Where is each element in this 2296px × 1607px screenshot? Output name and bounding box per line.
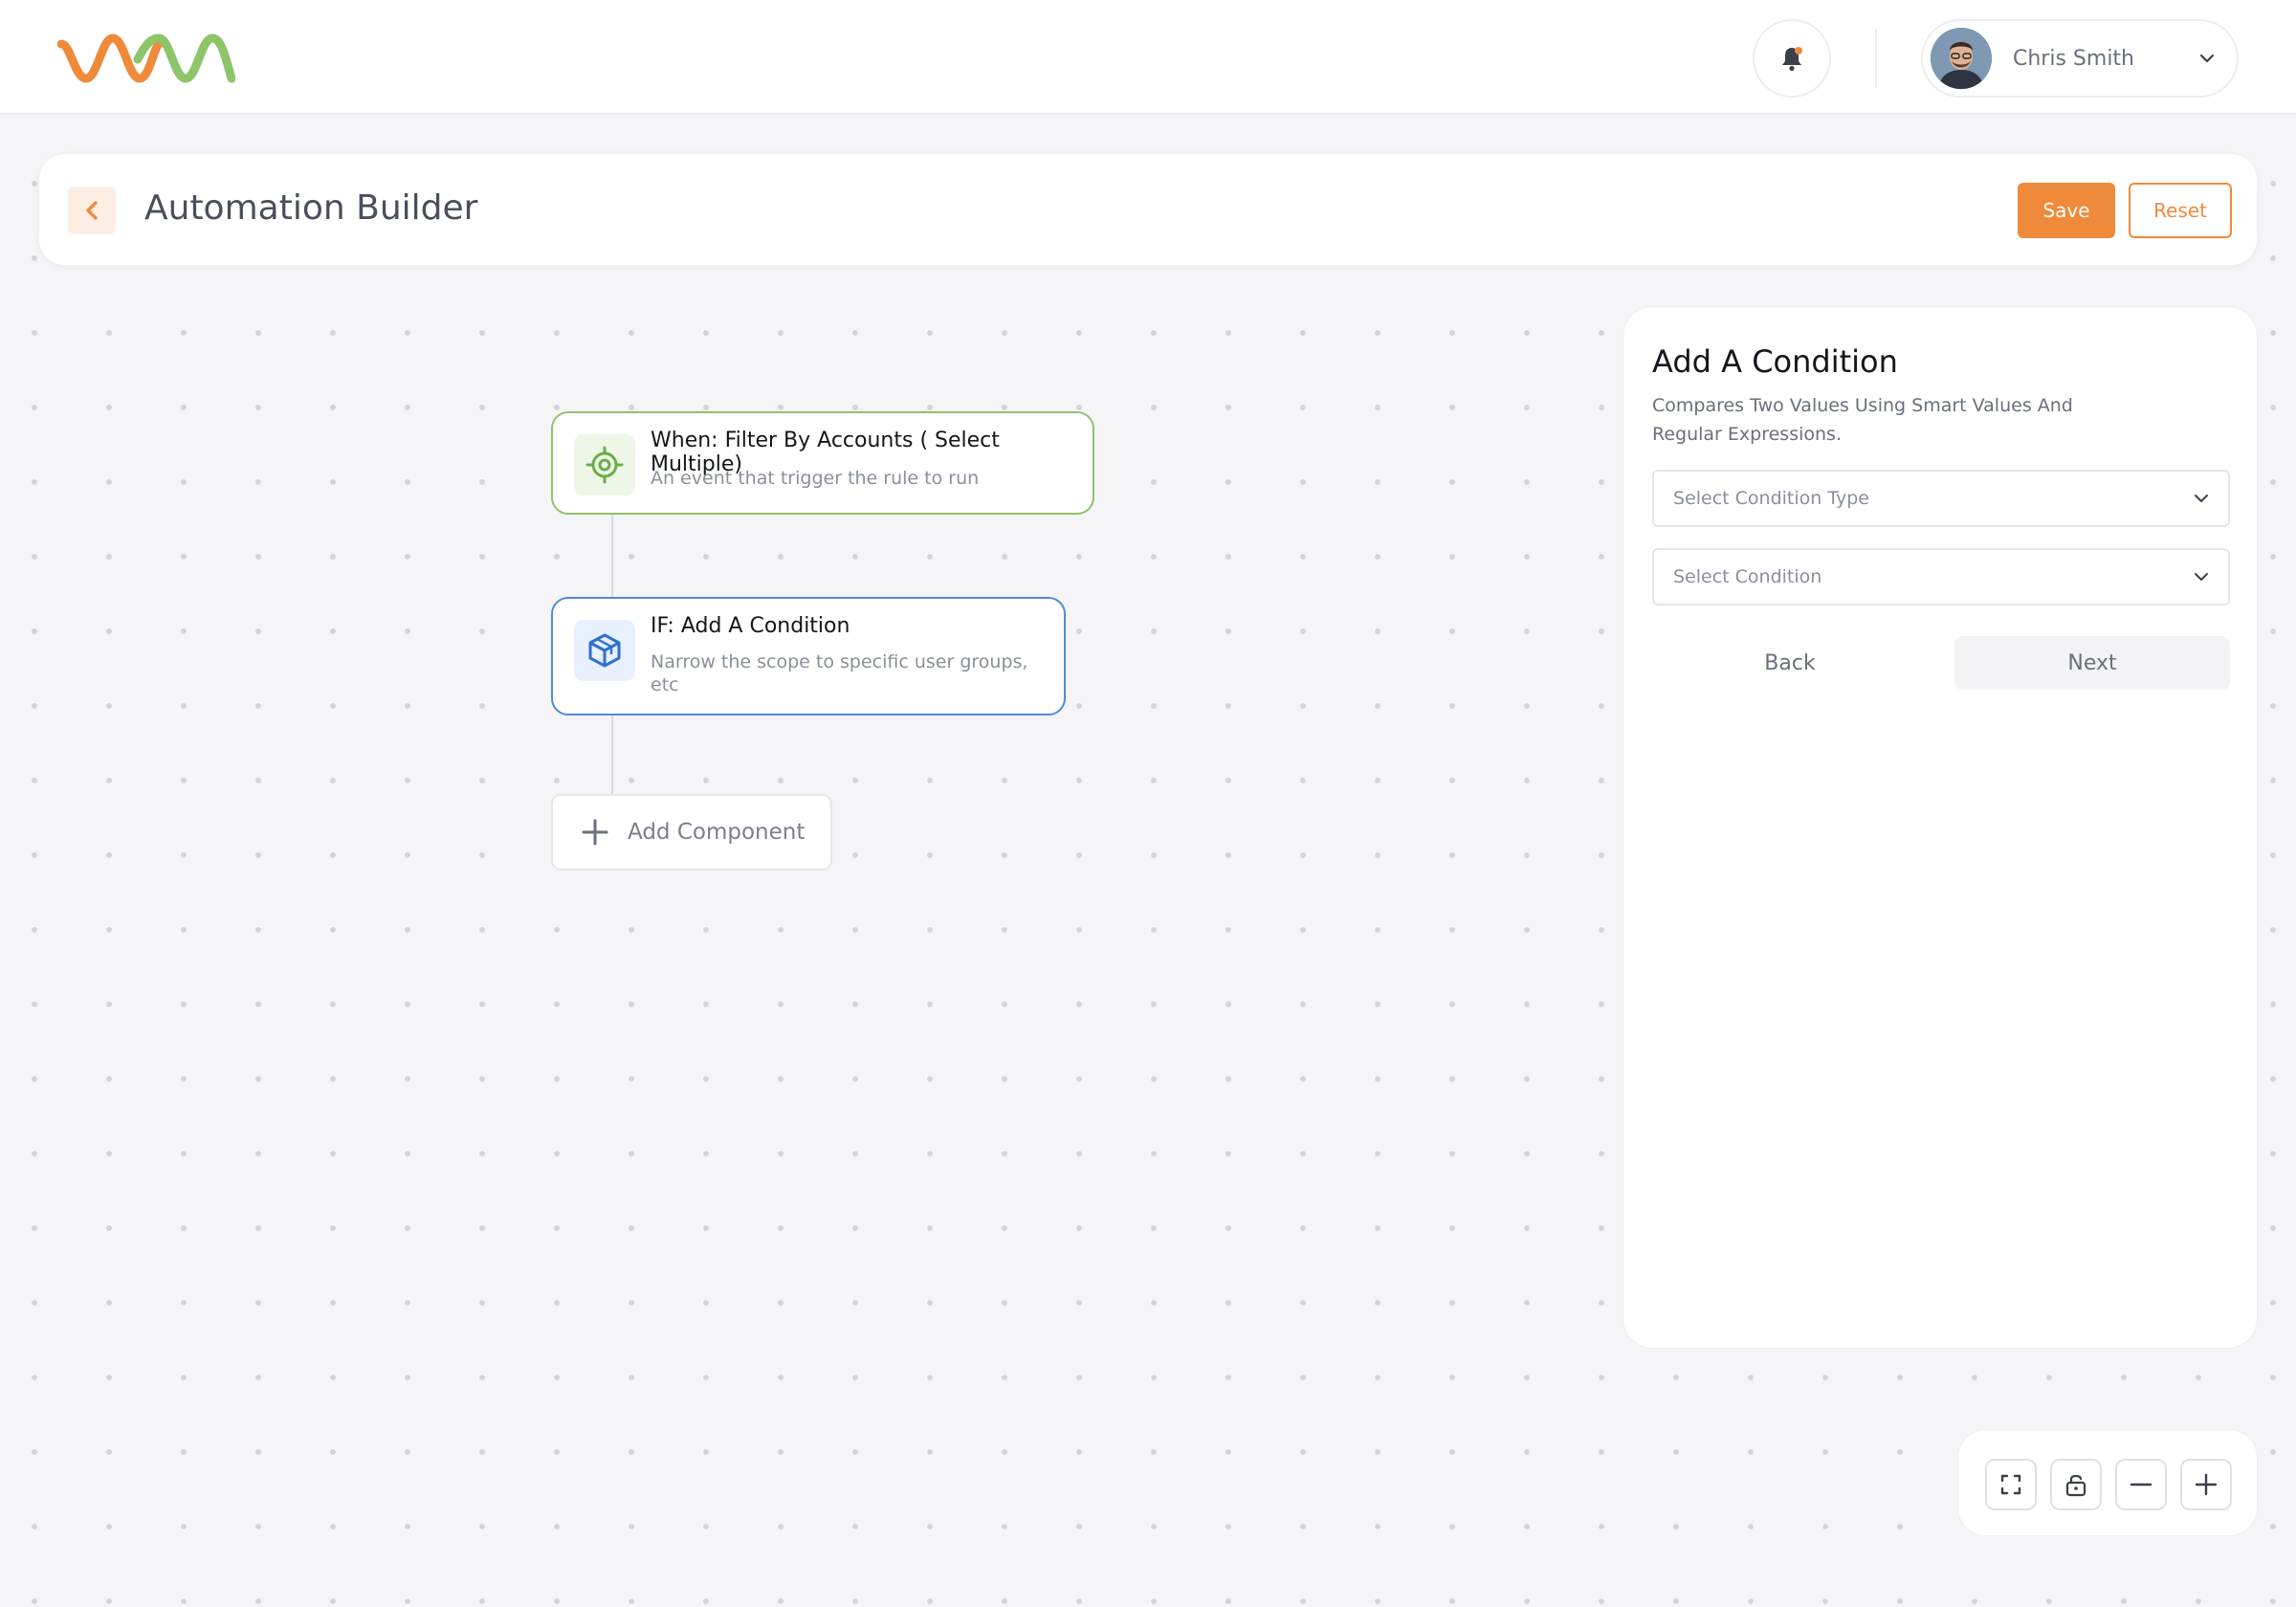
user-menu[interactable]: Chris Smith: [1921, 19, 2239, 98]
cube-icon: [574, 620, 635, 681]
zoom-in-button[interactable]: [2180, 1459, 2232, 1510]
zoom-out-icon: [2130, 1483, 2152, 1486]
condition-node[interactable]: IF: Add A Condition Narrow the scope to …: [551, 597, 1066, 715]
chevron-left-icon: [86, 201, 98, 220]
user-name: Chris Smith: [2013, 46, 2134, 71]
zoom-out-button[interactable]: [2115, 1459, 2167, 1510]
chevron-down-icon: [2198, 53, 2216, 64]
top-bar: Chris Smith: [0, 0, 2296, 115]
condition-node-title: IF: Add A Condition: [651, 614, 850, 638]
add-component-label: Add Component: [628, 820, 806, 845]
reset-button[interactable]: Reset: [2129, 183, 2232, 238]
condition-node-subtitle: Narrow the scope to specific user groups…: [651, 651, 1028, 695]
target-icon: [574, 434, 635, 495]
lock-button[interactable]: [2050, 1459, 2102, 1510]
add-component-button[interactable]: Add Component: [551, 794, 832, 870]
canvas-controls: [1957, 1429, 2258, 1536]
save-button[interactable]: Save: [2018, 183, 2115, 238]
condition-select[interactable]: Select Condition: [1652, 548, 2230, 605]
notification-button[interactable]: [1753, 19, 1831, 98]
zoom-in-icon: [2195, 1473, 2218, 1496]
trigger-node[interactable]: When: Filter By Accounts ( Select Multip…: [551, 411, 1094, 515]
back-button[interactable]: Back: [1652, 636, 1928, 690]
condition-type-placeholder: Select Condition Type: [1673, 488, 1870, 509]
panel-title: Add A Condition: [1652, 343, 1898, 380]
fullscreen-icon: [2000, 1474, 2021, 1495]
divider: [1875, 29, 1877, 88]
trigger-node-subtitle: An event that trigger the rule to run: [651, 468, 980, 489]
chevron-down-icon: [2194, 572, 2209, 582]
condition-type-select[interactable]: Select Condition Type: [1652, 470, 2230, 527]
wave-logo[interactable]: [57, 31, 235, 86]
fullscreen-button[interactable]: [1985, 1459, 2037, 1510]
panel-description: Compares Two Values Using Smart Values A…: [1652, 395, 2073, 445]
chevron-down-icon: [2194, 494, 2209, 503]
page-title: Automation Builder: [144, 188, 478, 228]
lock-icon: [2065, 1474, 2086, 1497]
plus-icon: [582, 819, 608, 846]
page-header: Automation Builder Save Reset: [38, 153, 2258, 266]
bell-icon: [1782, 47, 1802, 72]
next-button[interactable]: Next: [1954, 636, 2230, 690]
condition-panel: Add A Condition Compares Two Values Usin…: [1623, 306, 2258, 1349]
condition-placeholder: Select Condition: [1673, 566, 1822, 587]
flow-connector: [611, 515, 613, 597]
back-arrow-button[interactable]: [68, 187, 116, 234]
user-avatar: [1931, 28, 1992, 89]
flow-connector: [611, 715, 613, 794]
